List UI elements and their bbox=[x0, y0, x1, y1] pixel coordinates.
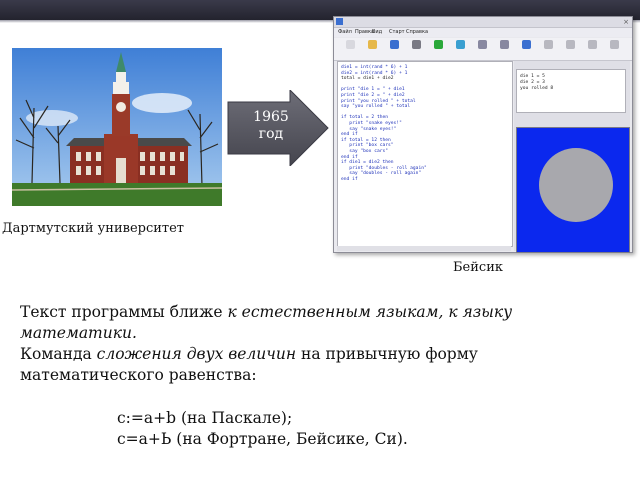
menu-item[interactable]: Файл bbox=[338, 29, 352, 35]
undo-icon bbox=[522, 40, 531, 49]
ide-titlebar: × bbox=[334, 17, 632, 28]
redo-icon bbox=[544, 40, 553, 49]
code-line: print "you rolled " + total bbox=[341, 98, 416, 104]
ide-caption: Бейсик bbox=[453, 260, 503, 275]
text-italic: математики. bbox=[20, 324, 137, 342]
app-icon bbox=[336, 18, 343, 25]
code-line: end if bbox=[341, 154, 358, 160]
toolbar-button[interactable] bbox=[406, 40, 426, 58]
code-line: print "box cars" bbox=[341, 143, 394, 149]
pause-icon bbox=[478, 40, 487, 49]
code-line: say "doubles - roll again" bbox=[341, 171, 422, 177]
text-normal: Текст программы ближе bbox=[20, 303, 228, 321]
code-line: print "snake eyes!" bbox=[341, 121, 402, 126]
code-line: end if bbox=[341, 177, 358, 182]
toolbar-button[interactable] bbox=[384, 40, 404, 58]
paragraph-line-1: Текст программы ближе к естественным язы… bbox=[20, 302, 512, 323]
code-line: if total = 2 then bbox=[341, 115, 389, 121]
toolbar-button[interactable] bbox=[538, 40, 558, 58]
paste-icon bbox=[610, 40, 619, 49]
code-editor: die1 = int(rand * 6) + 1 die2 = int(rand … bbox=[337, 61, 513, 247]
arrow-year: 1965 bbox=[253, 109, 289, 125]
arrow-year-label: 1965 год bbox=[244, 109, 298, 143]
text-output-panel: die 1 = 5 die 2 = 3 you rolled 8 bbox=[516, 69, 626, 113]
paragraph-line-4: математического равенства: bbox=[20, 365, 257, 386]
dartmouth-illustration bbox=[12, 48, 222, 206]
code-line: total = die1 + die2 bbox=[341, 76, 394, 82]
save-icon bbox=[390, 40, 399, 49]
paragraph-line-2: математики. bbox=[20, 323, 137, 344]
paragraph-line-3: Команда сложения двух величин на привычн… bbox=[20, 344, 478, 365]
toolbar-button[interactable] bbox=[340, 40, 360, 58]
text-normal: Команда bbox=[20, 345, 97, 363]
gray-circle bbox=[539, 148, 613, 222]
ide-right-panels: die 1 = 5 die 2 = 3 you rolled 8 bbox=[514, 61, 630, 253]
toolbar-button[interactable] bbox=[516, 40, 536, 58]
code-line: say "box cars" bbox=[341, 149, 389, 154]
print-icon bbox=[412, 40, 421, 49]
code-line: say "you rolled " + total bbox=[341, 104, 411, 110]
toolbar-button[interactable] bbox=[560, 40, 580, 58]
code-line: die1 = int(rand * 6) + 1 bbox=[341, 65, 408, 70]
toolbar-button[interactable] bbox=[604, 40, 624, 58]
cut-icon bbox=[566, 40, 575, 49]
copy-icon bbox=[588, 40, 597, 49]
ide-statusbar bbox=[337, 246, 511, 251]
code-line: print "die 2 = " + die2 bbox=[341, 93, 405, 98]
menu-item[interactable]: Справка bbox=[406, 29, 428, 35]
text-italic: сложения двух величин bbox=[96, 345, 297, 363]
example-fortran-basic-c: c=a+Ь (на Фортране, Бейсике, Си). bbox=[117, 430, 408, 448]
code-line: end if bbox=[341, 132, 358, 138]
code-line: print "die 1 = " + die1 bbox=[341, 87, 405, 93]
text-italic: к естественным языкам, к языку bbox=[227, 303, 513, 321]
run-icon bbox=[434, 40, 443, 49]
output-line: die 1 = 5 bbox=[520, 74, 545, 79]
output-line: die 2 = 3 bbox=[520, 80, 545, 85]
toolbar-button[interactable] bbox=[582, 40, 602, 58]
toolbar-button[interactable] bbox=[450, 40, 470, 58]
dartmouth-photo bbox=[12, 48, 222, 206]
toolbar-button[interactable] bbox=[428, 40, 448, 58]
code-line: die2 = int(rand * 6) + 1 bbox=[341, 70, 408, 76]
text-normal: математического равенства: bbox=[20, 366, 257, 384]
graphics-output-panel bbox=[516, 127, 630, 253]
menu-item[interactable]: Вид bbox=[372, 29, 382, 35]
step-icon bbox=[456, 40, 465, 49]
menu-item[interactable]: Старт bbox=[389, 29, 405, 35]
basic-ide-screenshot: × Файл Правка Вид Старт Справка die1 = int(r… bbox=[333, 16, 633, 253]
code-line: if die1 = die2 then bbox=[341, 160, 394, 166]
photo-caption: Дартмутский университет bbox=[2, 221, 184, 236]
toolbar-button[interactable] bbox=[472, 40, 492, 58]
ide-toolbar bbox=[334, 38, 632, 61]
close-icon: × bbox=[623, 18, 629, 26]
new-file-icon bbox=[346, 40, 355, 49]
stop-icon bbox=[500, 40, 509, 49]
toolbar-button[interactable] bbox=[494, 40, 514, 58]
code-line: say "snake eyes!" bbox=[341, 126, 397, 132]
arrow-year-word: год bbox=[258, 126, 284, 142]
toolbar-button[interactable] bbox=[362, 40, 382, 58]
ide-menubar: Файл Правка Вид Старт Справка bbox=[334, 28, 632, 37]
text-normal: на привычную форму bbox=[296, 345, 478, 363]
example-pascal: c:=a+b (на Паскале); bbox=[117, 409, 293, 427]
output-line: you rolled 8 bbox=[520, 86, 554, 91]
open-folder-icon bbox=[368, 40, 377, 49]
